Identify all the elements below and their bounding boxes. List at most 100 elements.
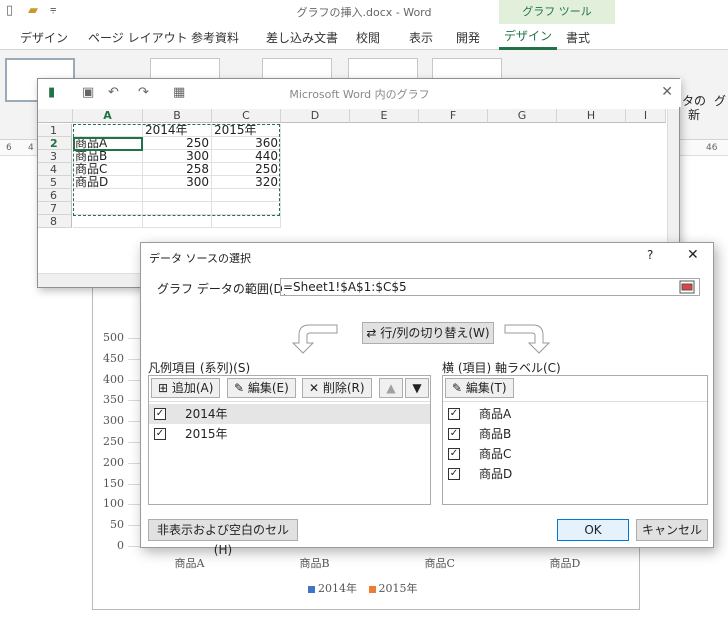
x-category-label: 商品D [549, 557, 581, 570]
tab-design-doc[interactable]: デザイン [20, 29, 68, 46]
sheet-cell[interactable] [212, 215, 281, 228]
y-tick-label: 50 [110, 518, 124, 532]
axis-item[interactable]: ✓ 商品D [443, 464, 707, 484]
axis-pane-label: 横 (項目) 軸ラベル(C) [442, 361, 561, 375]
tab-review[interactable]: 校閲 [356, 29, 380, 46]
tab-mailings[interactable]: 差し込み文書 [266, 29, 338, 46]
row-header[interactable]: 8 [38, 215, 72, 228]
close-icon[interactable]: ✕ [661, 84, 673, 100]
sheet-cell[interactable] [73, 215, 143, 228]
tab-view[interactable]: 表示 [409, 29, 433, 46]
edit-series-label: 編集(E) [247, 381, 289, 395]
move-up-icon: ▲ [386, 381, 396, 395]
axis-toolbar: ✎ 編集(T) [443, 376, 707, 402]
y-tick-label: 200 [103, 455, 124, 469]
y-tick-label: 500 [103, 331, 124, 344]
dialog-title: データ ソースの選択 [149, 252, 251, 265]
range-label: グラフ データの範囲(D): [157, 282, 292, 296]
checkbox[interactable]: ✓ [448, 468, 460, 480]
row-header[interactable]: 2 [38, 137, 72, 150]
excel-title-bar: ▮ ▣ ↶ ↷ ▦ Microsoft Word 内のグラフ ✕ [38, 79, 681, 107]
axis-labels-pane: ✎ 編集(T) ✓ 商品A ✓ 商品B ✓ 商品C ✓ 商品D [442, 375, 708, 505]
tab-developer[interactable]: 開発 [456, 29, 480, 46]
axis-item[interactable]: ✓ 商品C [443, 444, 707, 464]
checkbox[interactable]: ✓ [448, 428, 460, 440]
add-series-label: 追加(A) [171, 381, 214, 395]
move-up-button[interactable]: ▲ [379, 378, 403, 398]
switch-row-column-button[interactable]: ⇄ 行/列の切り替え(W) [362, 322, 494, 344]
range-value: =Sheet1!$A$1:$C$5 [283, 280, 407, 294]
move-down-button[interactable]: ▼ [405, 378, 429, 398]
series-toolbar: ⊞ 追加(A) ✎ 編集(E) ✕ 削除(R) ▲ ▼ [149, 376, 430, 402]
column-header[interactable]: I [626, 109, 666, 123]
x-category-label: 商品A [174, 557, 205, 570]
checkbox[interactable]: ✓ [154, 408, 166, 420]
axis-item-label: 商品C [479, 447, 512, 461]
row-header[interactable]: 1 [38, 124, 72, 137]
document-title: グラフの挿入.docx - Word [296, 6, 432, 19]
legend-label-2015: 2015年 [378, 582, 418, 595]
help-icon[interactable]: ? [647, 248, 653, 262]
x-category-label: 商品B [299, 557, 330, 570]
edit-axis-button[interactable]: ✎ 編集(T) [445, 378, 514, 398]
row-header[interactable]: 5 [38, 176, 72, 189]
delete-series-button[interactable]: ✕ 削除(R) [302, 378, 372, 398]
column-header[interactable]: C [212, 109, 281, 123]
active-cell[interactable] [73, 137, 143, 151]
select-all-corner[interactable] [38, 109, 73, 123]
legend-label-2014: 2014年 [318, 582, 357, 595]
add-icon: ⊞ [158, 381, 172, 395]
row-header[interactable]: 4 [38, 163, 72, 176]
checkbox[interactable]: ✓ [448, 448, 460, 460]
column-header[interactable]: A [73, 109, 143, 123]
row-header[interactable]: 7 [38, 202, 72, 215]
y-tick-label: 100 [103, 497, 124, 511]
column-header[interactable]: H [557, 109, 626, 123]
checkbox[interactable]: ✓ [154, 428, 166, 440]
column-header[interactable]: G [488, 109, 557, 123]
column-header[interactable]: F [419, 109, 488, 123]
right-curved-arrow-icon [504, 324, 551, 354]
column-header[interactable]: E [350, 109, 419, 123]
tab-references[interactable]: 参考資料 [191, 29, 239, 46]
axis-item-label: 商品A [479, 407, 512, 421]
close-icon[interactable]: ✕ [687, 247, 699, 263]
tab-page-layout[interactable]: ページ レイアウト [88, 29, 188, 46]
chart-legend: 2014年 2015年 [300, 580, 418, 596]
tab-format[interactable]: 書式 [566, 29, 590, 46]
edit-series-button[interactable]: ✎ 編集(E) [227, 378, 296, 398]
range-input[interactable]: =Sheet1!$A$1:$C$5 [280, 278, 700, 296]
axis-item-label: 商品D [479, 467, 513, 481]
column-header[interactable]: B [143, 109, 212, 123]
ribbon-tabs: デザイン ページ レイアウト 参考資料 差し込み文書 校閲 表示 開発 書式 [0, 24, 728, 50]
add-series-button[interactable]: ⊞ 追加(A) [151, 378, 221, 398]
hidden-empty-cells-button[interactable]: 非表示および空白のセル(H) [148, 519, 298, 557]
column-header[interactable]: D [281, 109, 350, 123]
legend-swatch-2015 [368, 585, 376, 593]
row-header[interactable]: 3 [38, 150, 72, 163]
delete-icon: ✕ [309, 381, 323, 395]
series-item[interactable]: ✓ 2015年 [149, 424, 430, 444]
switch-label: 行/列の切り替え(W) [380, 326, 490, 340]
y-tick-label: 250 [103, 435, 124, 448]
select-data-source-dialog: データ ソースの選択 ? ✕ グラフ データの範囲(D): =Sheet1!$A… [140, 242, 714, 557]
series-item-label: 2014年 [185, 407, 228, 421]
series-item[interactable]: ✓ 2014年 [149, 404, 430, 424]
y-tick-label: 450 [103, 351, 124, 365]
axis-item[interactable]: ✓ 商品A [443, 404, 707, 424]
left-curved-arrow-icon [291, 324, 338, 354]
y-tick-label: 300 [103, 414, 124, 428]
series-pane: ⊞ 追加(A) ✎ 編集(E) ✕ 削除(R) ▲ ▼ ✓ 2014年 ✓ 20… [148, 375, 431, 505]
switch-icon: ⇄ [366, 326, 381, 340]
series-item-label: 2015年 [185, 427, 228, 441]
sheet-cell[interactable] [143, 215, 212, 228]
row-header[interactable]: 6 [38, 189, 72, 202]
tab-chart-design[interactable]: デザイン [499, 24, 557, 50]
ok-button[interactable]: OK [557, 519, 629, 541]
ruler-mark: 6 [6, 143, 12, 153]
edit-axis-label: 編集(T) [465, 381, 507, 395]
checkbox[interactable]: ✓ [448, 408, 460, 420]
collapse-dialog-icon[interactable] [679, 280, 695, 294]
cancel-button[interactable]: キャンセル [636, 519, 708, 541]
axis-item[interactable]: ✓ 商品B [443, 424, 707, 444]
